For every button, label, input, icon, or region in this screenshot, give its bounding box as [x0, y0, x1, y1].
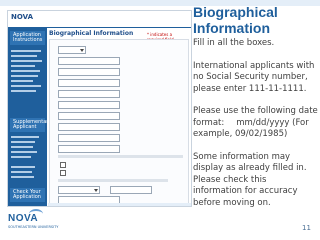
sidebar-link[interactable]	[11, 60, 42, 62]
slide: NOVA Application Instructions Supplement…	[0, 0, 320, 240]
birth-date-input[interactable]	[58, 134, 120, 142]
sidebar-link[interactable]	[11, 50, 41, 52]
sidebar-item-supplementary[interactable]: Supplementary Applicant	[10, 118, 52, 132]
instruction-prefilled: Some information may display as already …	[193, 151, 310, 208]
logo-name: NOVA	[8, 213, 39, 224]
maiden-name-input[interactable]	[58, 123, 120, 131]
sidebar-link[interactable]	[11, 176, 34, 178]
sidebar-link[interactable]	[11, 151, 37, 153]
sidebar-link[interactable]	[11, 136, 39, 138]
slide-title: Biographical Information	[193, 4, 278, 36]
sidebar-link[interactable]	[11, 141, 35, 143]
sidebar-item-label: Application Instructions	[13, 32, 43, 43]
sidebar-link[interactable]	[11, 171, 32, 173]
first-name-input[interactable]	[58, 57, 120, 65]
ethnicity-input[interactable]	[110, 186, 152, 194]
sidebar-link[interactable]	[11, 65, 35, 67]
preferred-name-input[interactable]	[58, 101, 120, 109]
sidebar-link[interactable]	[11, 156, 31, 158]
no-radio[interactable]	[60, 170, 66, 176]
sidebar-link[interactable]	[11, 70, 40, 72]
middle-name-input[interactable]	[58, 68, 120, 76]
question-text	[58, 155, 183, 158]
screenshot-header: NOVA	[8, 11, 191, 28]
sidebar-item-check-application[interactable]: Check Your Application	[10, 188, 45, 202]
slide-body: Fill in all the boxes. International app…	[193, 38, 318, 220]
ssn-input[interactable]	[58, 145, 120, 153]
yes-radio[interactable]	[60, 162, 66, 168]
sidebar-item-label: Supplementary Applicant	[13, 119, 52, 130]
prefix-select[interactable]	[58, 46, 86, 54]
screenshot-logo: NOVA	[11, 13, 33, 21]
sidebar-item-label: Check Your Application	[13, 189, 41, 200]
application-screenshot: NOVA Application Instructions Supplement…	[7, 10, 192, 207]
former-name-input[interactable]	[58, 112, 120, 120]
sidebar-link[interactable]	[11, 146, 33, 148]
suffix-input[interactable]	[58, 90, 120, 98]
screenshot-sidebar: Application Instructions Supplementary A…	[8, 28, 52, 206]
form-frame	[49, 39, 189, 205]
sidebar-item-application-instructions[interactable]: Application Instructions	[10, 31, 45, 45]
page-number: 11	[302, 224, 311, 232]
instruction-international: International applicants with no Social …	[193, 60, 318, 94]
logo-subtitle: SOUTHEASTERN UNIVERSITY	[8, 225, 59, 229]
sidebar-link[interactable]	[11, 75, 38, 77]
question-text	[58, 179, 168, 182]
sidebar-link[interactable]	[11, 90, 36, 92]
form-title: Biographical Information	[49, 30, 134, 37]
biographical-form: Biographical Information * indicates a r…	[49, 30, 189, 205]
last-name-input[interactable]	[58, 79, 120, 87]
instruction-fill-boxes: Fill in all the boxes.	[193, 38, 275, 48]
instruction-date-format: Please use the following date format: mm…	[193, 106, 318, 139]
screenshot-footer	[48, 203, 191, 206]
sidebar-link[interactable]	[11, 80, 33, 82]
nova-logo: NOVA SOUTHEASTERN UNIVERSITY	[8, 209, 68, 235]
sidebar-link[interactable]	[11, 85, 41, 87]
gender-select[interactable]	[58, 186, 100, 194]
sidebar-link[interactable]	[11, 55, 37, 57]
sidebar-link[interactable]	[11, 166, 35, 168]
